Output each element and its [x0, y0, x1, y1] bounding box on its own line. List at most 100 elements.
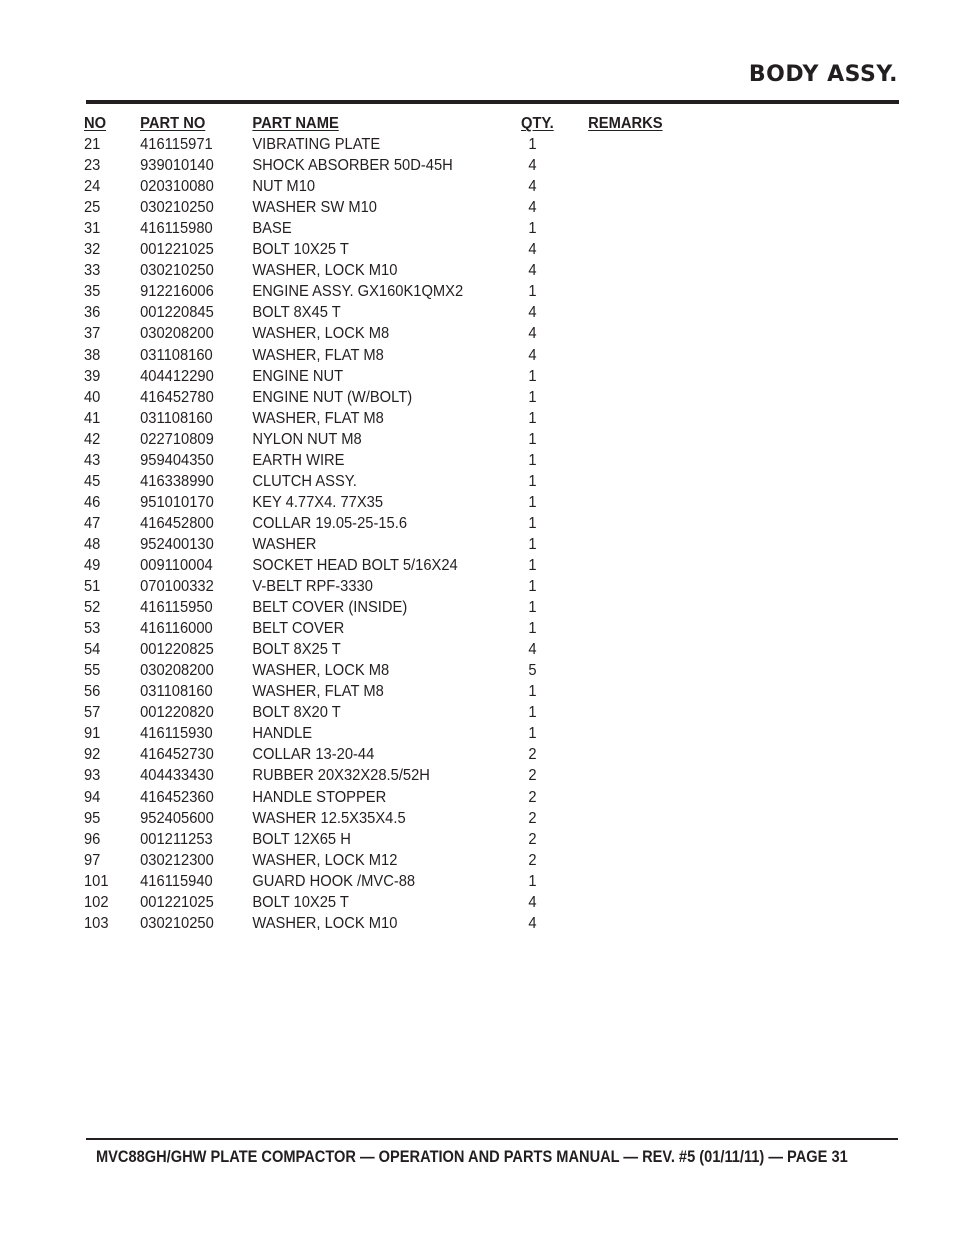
cell-no: 42: [84, 430, 101, 448]
cell-remarks: [596, 218, 688, 239]
cell-part-no: 020310080: [140, 178, 214, 196]
cell-remarks: [596, 597, 688, 618]
cell-remarks: [596, 387, 688, 408]
cell-no: 32: [84, 241, 101, 259]
cell-part-name: CLUTCH ASSY.: [252, 472, 357, 490]
cell-qty: 2: [528, 851, 537, 869]
cell-qty: 1: [528, 514, 537, 532]
cell-part-no: 416452800: [140, 514, 214, 532]
cell-no: 33: [84, 262, 101, 280]
cell-qty: 1: [528, 704, 537, 722]
cell-no: 40: [84, 388, 101, 406]
cell-qty: 4: [528, 914, 537, 932]
cell-part-no: 030208200: [140, 662, 214, 680]
cell-no: 41: [84, 409, 101, 427]
cell-part-no: 404433430: [140, 767, 214, 785]
table-row: 96 001211253 BOLT 12X65 H 2: [84, 829, 688, 850]
cell-qty: 4: [528, 346, 537, 364]
cell-part-no: 001211253: [140, 830, 213, 848]
cell-part-name: WASHER, LOCK M10: [252, 262, 398, 280]
cell-qty: 1: [528, 683, 537, 701]
table-row: 42 022710809 NYLON NUT M8 1: [84, 429, 688, 450]
cell-part-no: 001221025: [140, 241, 214, 259]
header-part-name: PART NAME: [252, 115, 339, 132]
cell-part-no: 404412290: [140, 367, 214, 385]
cell-remarks: [596, 176, 688, 197]
cell-part-no: 939010140: [140, 157, 214, 175]
cell-qty: 1: [528, 430, 537, 448]
cell-no: 96: [84, 830, 101, 848]
cell-remarks: [596, 702, 688, 723]
cell-qty: 4: [528, 641, 537, 659]
cell-qty: 2: [528, 767, 537, 785]
cell-part-no: 416452730: [140, 746, 214, 764]
header-remarks: REMARKS: [588, 115, 663, 132]
cell-part-name: WASHER: [252, 535, 317, 553]
cell-remarks: [596, 155, 688, 176]
cell-qty: 1: [528, 283, 537, 301]
page-title: BODY ASSY.: [748, 62, 898, 87]
cell-part-name: ENGINE NUT (W/BOLT): [252, 388, 413, 406]
cell-no: 49: [84, 556, 101, 574]
cell-part-no: 022710809: [140, 430, 214, 448]
cell-remarks: [596, 723, 688, 744]
cell-part-no: 416115940: [140, 872, 213, 890]
cell-part-name: BOLT 8X25 T: [252, 641, 341, 659]
cell-remarks: [596, 471, 688, 492]
cell-remarks: [596, 281, 688, 302]
cell-remarks: [596, 408, 688, 429]
table-row: 97 030212300 WASHER, LOCK M12 2: [84, 850, 688, 871]
page-footer: MVC88GH/GHW PLATE COMPACTOR — OPERATION …: [96, 1147, 848, 1166]
cell-remarks: [596, 871, 688, 892]
cell-part-no: 031108160: [140, 683, 213, 701]
cell-no: 94: [84, 788, 101, 806]
table-row: 37 030208200 WASHER, LOCK M8 4: [84, 323, 688, 344]
cell-part-name: COLLAR 13-20-44: [252, 746, 375, 764]
cell-remarks: [596, 808, 688, 829]
cell-remarks: [596, 765, 688, 786]
cell-no: 43: [84, 451, 101, 469]
cell-no: 103: [84, 914, 109, 932]
cell-no: 38: [84, 346, 101, 364]
cell-part-no: 416115930: [140, 725, 213, 743]
cell-qty: 4: [528, 157, 537, 175]
cell-remarks: [596, 534, 688, 555]
cell-qty: 4: [528, 262, 537, 280]
table-row: 92 416452730 COLLAR 13-20-44 2: [84, 744, 688, 765]
cell-part-no: 001221025: [140, 893, 214, 911]
cell-part-name: RUBBER 20X32X28.5/52H: [252, 767, 430, 785]
cell-no: 52: [84, 599, 101, 617]
table-row: 35 912216006 ENGINE ASSY. GX160K1QMX2 1: [84, 281, 688, 302]
cell-no: 31: [84, 220, 101, 238]
cell-part-name: EARTH WIRE: [252, 451, 345, 469]
cell-qty: 1: [528, 367, 537, 385]
table-row: 95 952405600 WASHER 12.5X35X4.5 2: [84, 808, 688, 829]
cell-part-no: 001220845: [140, 304, 214, 322]
cell-part-name: WASHER, FLAT M8: [252, 683, 384, 701]
cell-no: 51: [84, 578, 101, 596]
table-row: 55 030208200 WASHER, LOCK M8 5: [84, 660, 688, 681]
cell-part-no: 030210250: [140, 262, 214, 280]
cell-no: 24: [84, 178, 101, 196]
top-divider: [86, 100, 899, 104]
cell-remarks: [596, 681, 688, 702]
cell-no: 35: [84, 283, 101, 301]
table-row: 38 031108160 WASHER, FLAT M8 4: [84, 345, 688, 366]
cell-no: 95: [84, 809, 101, 827]
cell-qty: 1: [528, 493, 537, 511]
cell-part-name: WASHER, LOCK M10: [252, 914, 398, 932]
table-row: 51 070100332 V-BELT RPF-3330 1: [84, 576, 688, 597]
cell-part-no: 030210250: [140, 914, 214, 932]
table-row: 40 416452780 ENGINE NUT (W/BOLT) 1: [84, 387, 688, 408]
table-header: NO PART NO PART NAME QTY. REMARKS: [84, 113, 688, 134]
cell-no: 21: [84, 136, 101, 154]
cell-remarks: [596, 787, 688, 808]
cell-qty: 2: [528, 830, 537, 848]
cell-remarks: [596, 366, 688, 387]
table-row: 56 031108160 WASHER, FLAT M8 1: [84, 681, 688, 702]
cell-remarks: [596, 429, 688, 450]
cell-no: 92: [84, 746, 101, 764]
cell-remarks: [596, 345, 688, 366]
cell-part-name: WASHER, FLAT M8: [252, 346, 384, 364]
cell-no: 93: [84, 767, 101, 785]
